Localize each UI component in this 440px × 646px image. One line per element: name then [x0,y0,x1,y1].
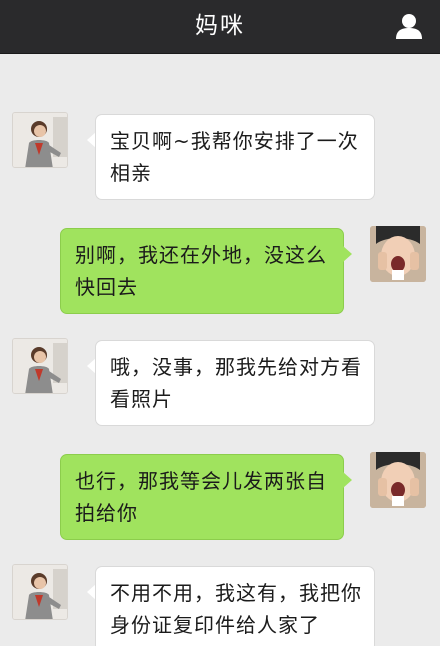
profile-button[interactable] [394,11,424,41]
mom-avatar[interactable] [12,564,68,620]
chat-title: 妈咪 [195,13,245,39]
bubble-tail [343,472,352,488]
my-avatar[interactable] [370,226,426,282]
message-bubble: 也行，那我等会儿发两张自拍给你 [60,454,344,540]
mom-avatar[interactable] [12,338,68,394]
mom-avatar[interactable] [12,112,68,168]
message-bubble: 别啊，我还在外地，没这么快回去 [60,228,344,314]
message-bubble: 不用不用，我这有，我把你身份证复印件给人家了 [95,566,375,646]
my-avatar[interactable] [370,452,426,508]
message-bubble: 宝贝啊~我帮你安排了一次相亲 [95,114,375,200]
message-bubble: 哦，没事，那我先给对方看看照片 [95,340,375,426]
bubble-tail [343,246,352,262]
title-bar: 妈咪 [0,0,440,54]
person-icon [396,14,422,39]
